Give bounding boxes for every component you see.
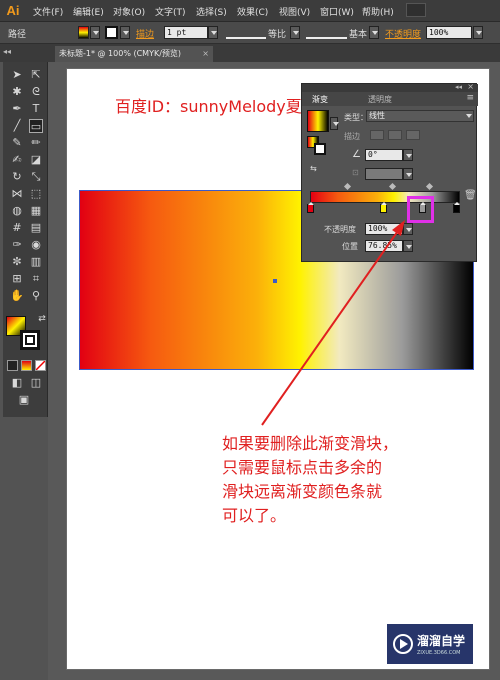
annotation-arrow [261, 220, 405, 426]
play-logo-icon [393, 634, 413, 654]
site-logo: 溜溜自学 ZIXUE.3D66.COM [387, 624, 473, 664]
site-logo-url: ZIXUE.3D66.COM [417, 650, 461, 656]
illustrator-window: Ai 文件(F) 编辑(E) 对象(O) 文字(T) 选择(S) 效果(C) 视… [0, 0, 500, 680]
site-logo-name: 溜溜自学 [417, 634, 466, 648]
